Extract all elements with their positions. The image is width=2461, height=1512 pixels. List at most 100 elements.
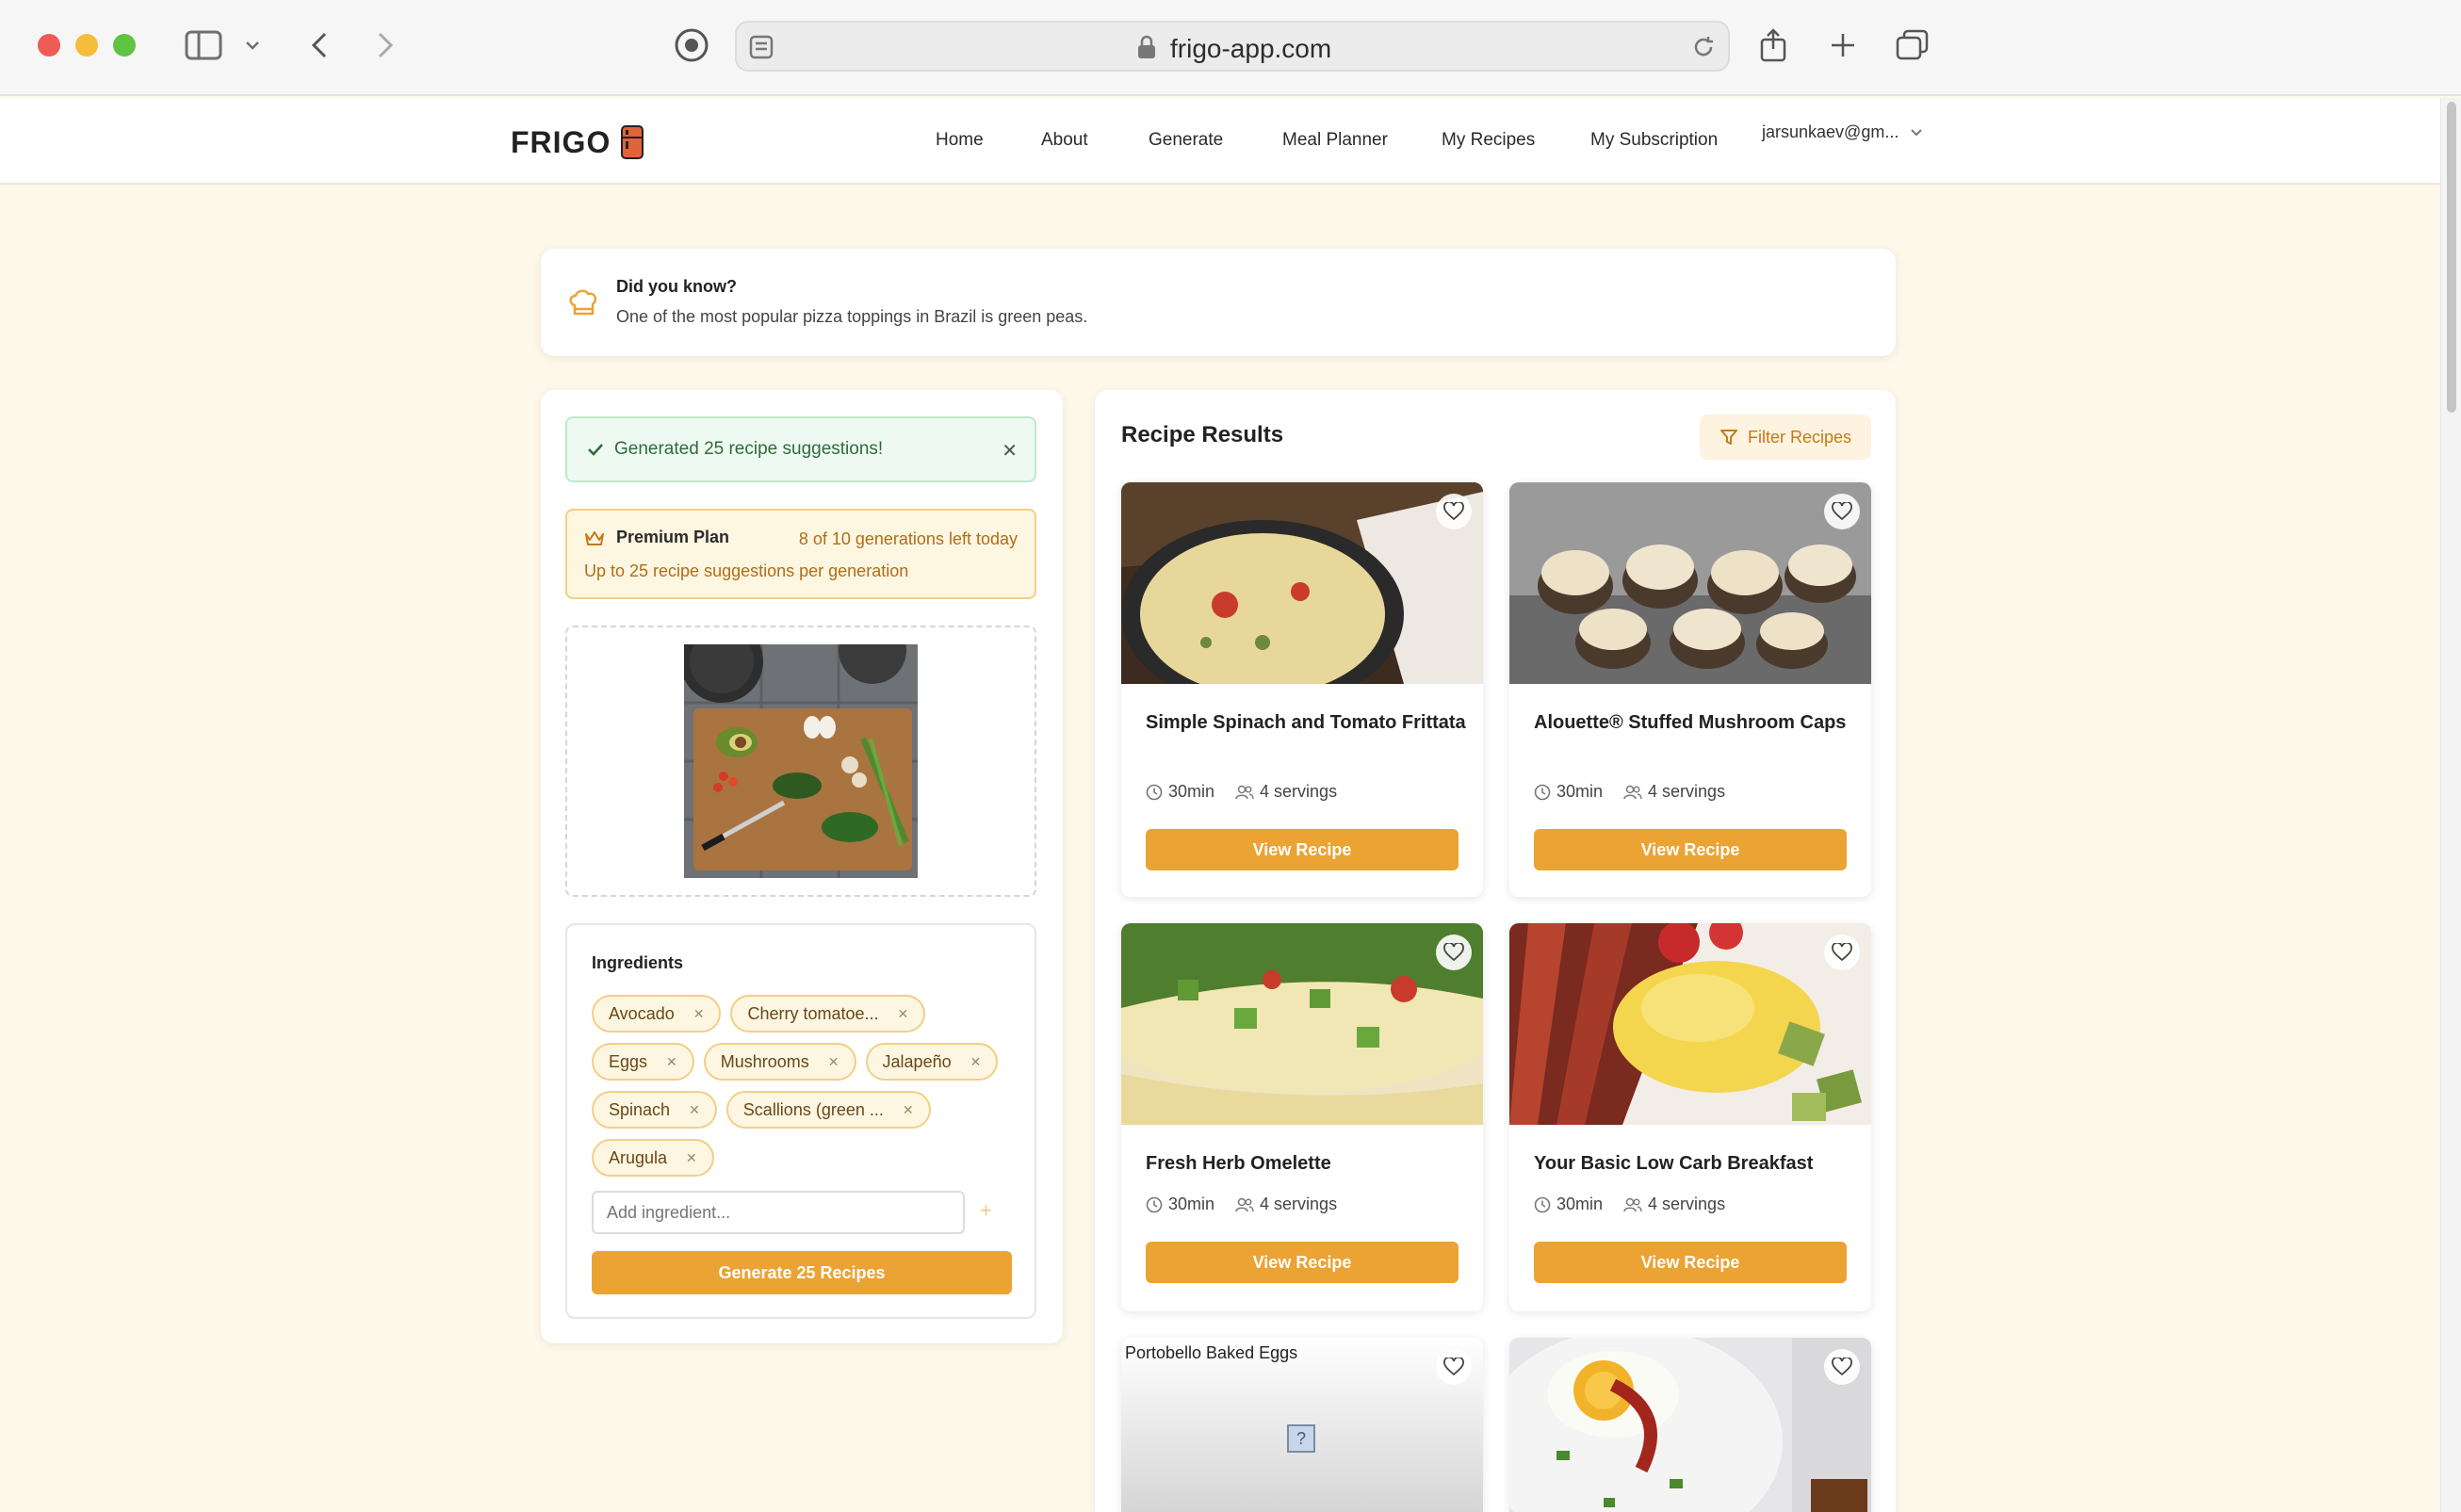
view-recipe-button[interactable]: View Recipe [1146,1242,1459,1283]
check-icon [588,444,603,456]
remove-icon[interactable]: ✕ [903,1102,914,1118]
favorite-button[interactable] [1436,935,1472,970]
heart-icon [1443,943,1464,962]
favorite-button[interactable] [1436,1349,1472,1385]
add-icon[interactable]: + [980,1198,992,1223]
recipe-meta: 30min 4 servings [1534,1195,1725,1214]
recipe-image [1509,923,1871,1125]
recipe-time: 30min [1168,782,1215,801]
view-recipe-button[interactable]: View Recipe [1534,1242,1847,1283]
ingredient-chip: Avocado ✕ [592,995,722,1032]
ingredient-chip: Eggs ✕ [592,1043,694,1081]
url-text: frigo-app.com [1170,34,1332,63]
servings-icon [1623,1197,1642,1211]
recipe-servings: 4 servings [1260,782,1338,801]
recipe-meta: 30min 4 servings [1146,1195,1337,1214]
chip-label: Spinach [609,1099,671,1119]
zoom-window-button[interactable] [113,34,136,57]
user-email: jarsunkaev@gm... [1762,122,1899,141]
chef-hat-icon [567,288,599,323]
servings-icon [1623,785,1642,799]
chip-label: Arugula [609,1147,668,1167]
ingredient-chip: Cherry tomatoe... ✕ [730,995,926,1032]
tab-overview-icon[interactable] [1894,24,1931,66]
recipe-card [1509,1338,1871,1512]
ingredients-title: Ingredients [592,953,684,972]
recipe-meta: 30min 4 servings [1146,782,1337,802]
recipe-card: Alouette® Stuffed Mushroom Caps 30min 4 … [1509,482,1871,897]
image-alt-text: Portobello Baked Eggs [1125,1343,1298,1362]
generate-recipes-button[interactable]: Generate 25 Recipes [592,1251,1012,1294]
nav-about[interactable]: About [1041,130,1088,151]
recipe-time: 30min [1556,1195,1604,1213]
favorite-button[interactable] [1824,1349,1860,1385]
add-ingredient-input[interactable] [592,1191,965,1234]
nav-meal-planner[interactable]: Meal Planner [1282,130,1388,151]
browser-toolbar: frigo-app.com [0,0,2461,96]
chevron-down-icon[interactable] [241,24,264,66]
filter-recipes-button[interactable]: Filter Recipes [1700,415,1871,460]
view-recipe-button[interactable]: View Recipe [1534,829,1847,870]
recipe-title[interactable]: Alouette® Stuffed Mushroom Caps [1534,708,1854,737]
forward-icon[interactable] [369,24,401,66]
view-recipe-button[interactable]: View Recipe [1146,829,1459,870]
broken-image-icon: ? [1287,1424,1315,1453]
clock-icon [1146,1196,1163,1212]
tip-title: Did you know? [616,277,737,296]
remove-icon[interactable]: ✕ [689,1102,700,1118]
page-scrollbar[interactable] [2440,98,2461,1512]
site-logo[interactable]: FRIGO [511,124,644,160]
minimize-window-button[interactable] [75,34,98,57]
address-bar[interactable]: frigo-app.com [735,21,1730,72]
user-menu[interactable]: jarsunkaev@gm... [1762,122,1923,142]
sidebar-toggle-icon[interactable] [181,24,226,66]
favorite-button[interactable] [1824,935,1860,970]
close-icon[interactable]: ✕ [1002,439,1018,463]
scrollbar-thumb[interactable] [2447,102,2456,413]
servings-icon [1235,1197,1254,1211]
remove-icon[interactable]: ✕ [970,1054,982,1070]
recipe-results-panel: Recipe Results Filter Recipes Simple Spi… [1095,390,1896,1512]
new-tab-icon[interactable] [1826,24,1860,66]
nav-my-subscription[interactable]: My Subscription [1590,130,1718,151]
remove-icon[interactable]: ✕ [828,1054,839,1070]
back-icon[interactable] [303,24,335,66]
nav-generate[interactable]: Generate [1149,130,1223,151]
privacy-report-icon[interactable] [671,24,712,66]
site-header: FRIGO Home About Generate Meal Planner M… [0,98,2440,185]
chip-label: Mushrooms [720,1051,809,1071]
remove-icon[interactable]: ✕ [898,1006,909,1022]
ingredient-chip: Scallions (green ... ✕ [725,1091,931,1129]
image-upload-area[interactable] [565,626,1036,897]
plan-note: Up to 25 recipe suggestions per generati… [584,561,909,580]
recipe-title[interactable]: Simple Spinach and Tomato Frittata [1146,708,1466,737]
chip-label: Scallions (green ... [742,1099,884,1119]
crown-icon [585,530,604,545]
heart-icon [1832,502,1852,521]
fridge-icon [621,125,644,159]
success-alert: Generated 25 recipe suggestions! ✕ [565,416,1036,482]
servings-icon [1235,785,1254,799]
recipe-title[interactable]: Fresh Herb Omelette [1146,1149,1466,1178]
nav-my-recipes[interactable]: My Recipes [1442,130,1535,151]
remove-icon[interactable]: ✕ [666,1054,677,1070]
recipe-servings: 4 servings [1648,1195,1726,1213]
page-menu-icon[interactable] [748,34,776,65]
ingredient-chip: Arugula ✕ [592,1139,714,1177]
clock-icon [1534,1196,1551,1212]
recipe-card: Portobello Baked Eggs ? [1121,1338,1483,1512]
share-icon[interactable] [1756,24,1790,66]
favorite-button[interactable] [1824,494,1860,529]
remove-icon[interactable]: ✕ [686,1150,697,1166]
clock-icon [1146,784,1163,800]
remove-icon[interactable]: ✕ [693,1006,705,1022]
clock-icon [1534,784,1551,800]
reload-icon[interactable] [1690,34,1717,65]
recipe-title[interactable]: Your Basic Low Carb Breakfast [1534,1149,1854,1178]
tip-body: One of the most popular pizza toppings i… [616,307,1088,326]
close-window-button[interactable] [38,34,60,57]
favorite-button[interactable] [1436,494,1472,529]
nav-home[interactable]: Home [936,130,984,151]
success-message: Generated 25 recipe suggestions! [614,439,884,459]
uploaded-photo [684,644,918,878]
